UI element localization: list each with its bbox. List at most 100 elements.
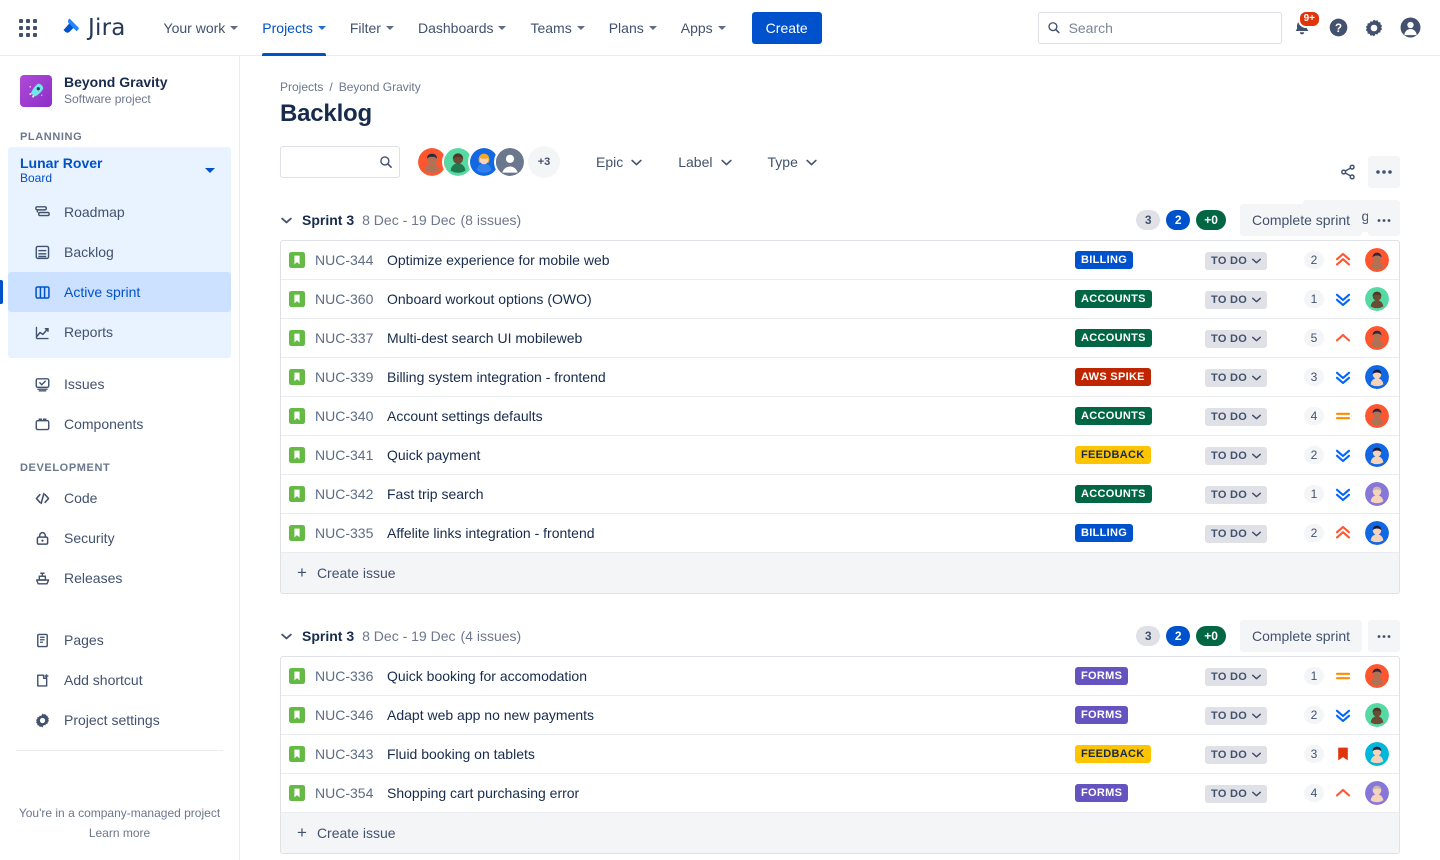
priority-cell[interactable] [1327,784,1359,802]
settings-button[interactable] [1358,12,1390,44]
sidebar-item-code[interactable]: Code [8,478,231,518]
status-badge[interactable]: TO DO [1205,746,1267,764]
nav-item-apps[interactable]: Apps [669,0,738,56]
avatar[interactable] [1365,248,1389,272]
priority-cell[interactable] [1327,251,1359,269]
status-count-inprogress[interactable]: 2 [1166,210,1190,230]
issue-label-badge[interactable]: FEEDBACK [1075,745,1151,763]
filter-epic[interactable]: Epic [596,154,642,170]
issue-summary[interactable]: Billing system integration - frontend [387,369,1075,385]
sidebar-item-security[interactable]: Security [8,518,231,558]
share-button[interactable] [1332,156,1364,188]
status-badge[interactable]: TO DO [1205,525,1267,543]
status-count-done[interactable]: +0 [1196,626,1226,646]
help-button[interactable]: ? [1322,12,1354,44]
issue-summary[interactable]: Multi-dest search UI mobileweb [387,330,1075,346]
status-badge[interactable]: TO DO [1205,668,1267,686]
table-row[interactable]: NUC-335Affelite links integration - fron… [281,514,1399,553]
project-header[interactable]: Beyond Gravity Software project [0,56,239,113]
issue-summary[interactable]: Fluid booking on tablets [387,746,1075,762]
notifications-button[interactable]: 9+ [1286,12,1318,44]
nav-item-dashboards[interactable]: Dashboards [406,0,519,56]
avatar[interactable] [1365,742,1389,766]
table-row[interactable]: NUC-337Multi-dest search UI mobilewebACC… [281,319,1399,358]
issue-key[interactable]: NUC-337 [315,330,387,346]
avatar[interactable] [1365,781,1389,805]
issue-label-badge[interactable]: ACCOUNTS [1075,290,1152,308]
priority-cell[interactable] [1327,706,1359,724]
sidebar-item-reports[interactable]: Reports [8,312,231,352]
issue-summary[interactable]: Fast trip search [387,486,1075,502]
issue-summary[interactable]: Quick booking for accomodation [387,668,1075,684]
issue-label-badge[interactable]: BILLING [1075,251,1133,269]
issue-label-badge[interactable]: BILLING [1075,524,1133,542]
table-row[interactable]: NUC-346Adapt web app no new paymentsFORM… [281,696,1399,735]
avatar[interactable] [1365,703,1389,727]
status-badge[interactable]: TO DO [1205,330,1267,348]
issue-key[interactable]: NUC-344 [315,252,387,268]
filter-label[interactable]: Label [678,154,731,170]
status-badge[interactable]: TO DO [1205,369,1267,387]
filter-type[interactable]: Type [768,154,817,170]
priority-cell[interactable] [1327,368,1359,386]
status-count-todo[interactable]: 3 [1136,626,1160,646]
issue-label-badge[interactable]: FORMS [1075,706,1128,724]
issue-label-badge[interactable]: ACCOUNTS [1075,407,1152,425]
table-row[interactable]: NUC-343Fluid booking on tabletsFEEDBACK T… [281,735,1399,774]
sidebar-item-add-shortcut[interactable]: Add shortcut [8,660,231,700]
table-row[interactable]: NUC-344Optimize experience for mobile we… [281,241,1399,280]
issue-summary[interactable]: Shopping cart purchasing error [387,785,1075,801]
sidebar-item-releases[interactable]: Releases [8,558,231,598]
status-badge[interactable]: TO DO [1205,252,1267,270]
sprint-more-button[interactable] [1368,620,1400,652]
nav-item-plans[interactable]: Plans [597,0,669,56]
priority-cell[interactable] [1327,485,1359,503]
issue-key[interactable]: NUC-360 [315,291,387,307]
status-badge[interactable]: TO DO [1205,291,1267,309]
global-search-input[interactable] [1069,20,1273,36]
table-row[interactable]: NUC-339Billing system integration - fron… [281,358,1399,397]
priority-cell[interactable] [1327,446,1359,464]
nav-item-teams[interactable]: Teams [518,0,596,56]
issue-summary[interactable]: Onboard workout options (OWO) [387,291,1075,307]
issue-key[interactable]: NUC-343 [315,746,387,762]
issue-summary[interactable]: Affelite links integration - frontend [387,525,1075,541]
sidebar-item-active-sprint[interactable]: Active sprint [8,272,231,312]
sidebar-item-project-settings[interactable]: Project settings [8,700,231,740]
table-row[interactable]: NUC-360Onboard workout options (OWO)ACCO… [281,280,1399,319]
avatar[interactable] [1365,287,1389,311]
issue-label-badge[interactable]: FEEDBACK [1075,446,1151,464]
issue-label-badge[interactable]: ACCOUNTS [1075,329,1152,347]
issue-key[interactable]: NUC-336 [315,668,387,684]
status-badge[interactable]: TO DO [1205,447,1267,465]
profile-button[interactable] [1394,12,1426,44]
avatar-default[interactable] [494,146,526,178]
issue-summary[interactable]: Adapt web app no new payments [387,707,1075,723]
table-row[interactable]: NUC-342Fast trip searchACCOUNTSTO DO1 [281,475,1399,514]
sidebar-item-backlog[interactable]: Backlog [8,232,231,272]
table-row[interactable]: NUC-340Account settings defaultsACCOUNTS… [281,397,1399,436]
create-issue-row[interactable]: +Create issue [281,813,1399,853]
sidebar-item-pages[interactable]: Pages [8,620,231,660]
issue-summary[interactable]: Account settings defaults [387,408,1075,424]
avatar[interactable] [1365,404,1389,428]
backlog-search-box[interactable] [280,146,400,178]
create-issue-row[interactable]: +Create issue [281,553,1399,593]
jira-logo[interactable]: Jira [58,15,126,41]
avatar[interactable] [1365,482,1389,506]
issue-key[interactable]: NUC-335 [315,525,387,541]
grid-apps-icon[interactable] [12,12,44,44]
issue-key[interactable]: NUC-342 [315,486,387,502]
issue-key[interactable]: NUC-340 [315,408,387,424]
status-count-todo[interactable]: 3 [1136,210,1160,230]
table-row[interactable]: NUC-341Quick paymentFEEDBACKTO DO2 [281,436,1399,475]
priority-cell[interactable] [1327,667,1359,685]
priority-cell[interactable] [1327,290,1359,308]
nav-item-filter[interactable]: Filter [338,0,406,56]
board-selector[interactable]: Lunar Rover Board [8,147,231,192]
issue-label-badge[interactable]: AWS SPIKE [1075,368,1151,386]
priority-cell[interactable] [1327,524,1359,542]
chevron-down-icon[interactable] [205,168,215,173]
complete-sprint-button[interactable]: Complete sprint [1240,620,1362,652]
sidebar-item-issues[interactable]: Issues [8,364,231,404]
